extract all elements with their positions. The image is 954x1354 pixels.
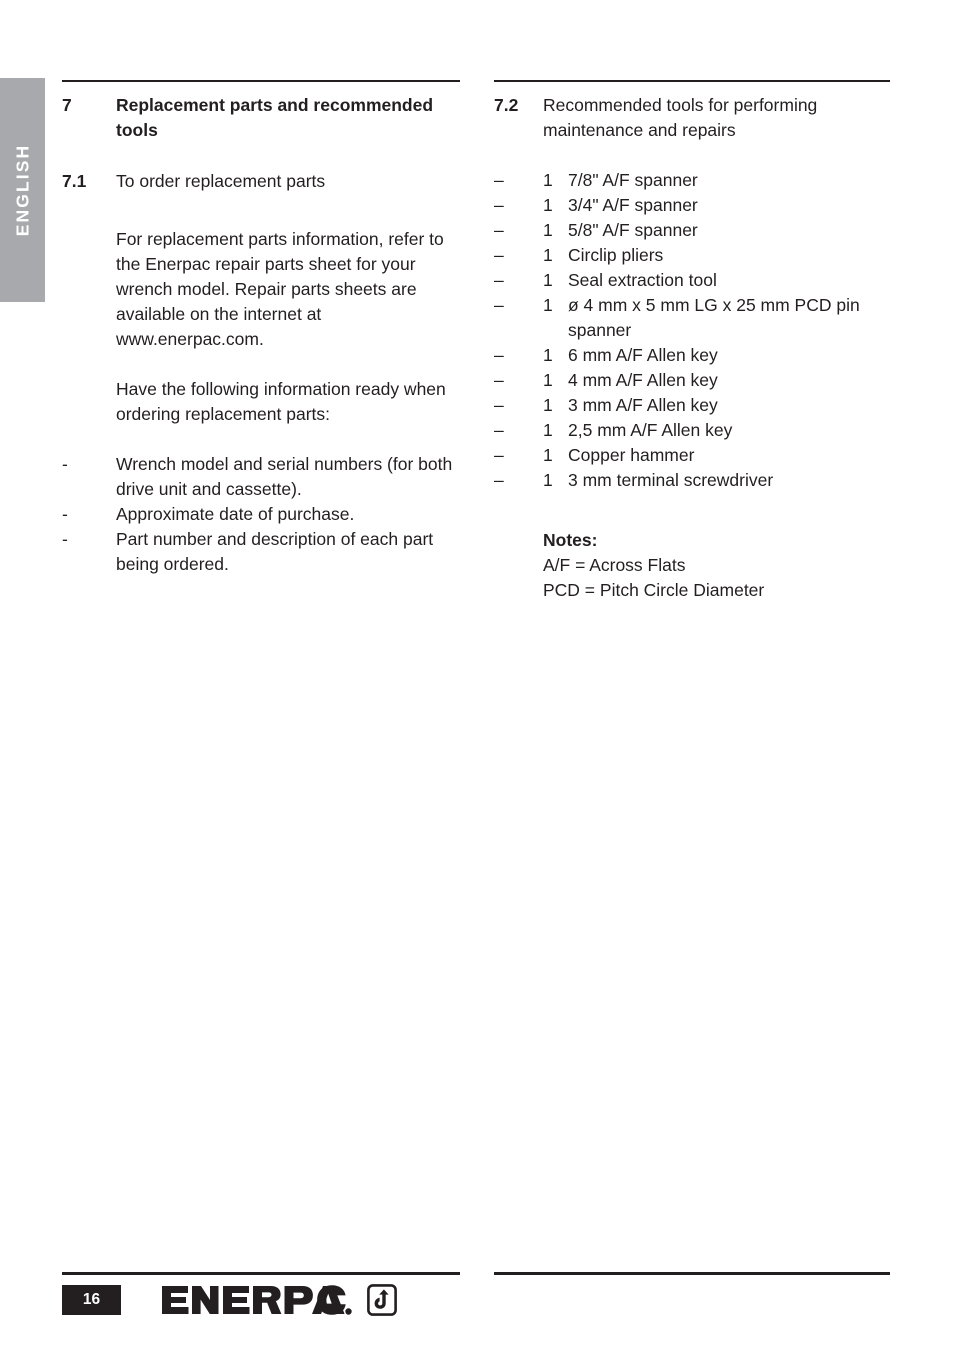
section-heading-7: 7 Replacement parts and recommended tool… xyxy=(62,93,460,143)
tool-quantity: 1 xyxy=(543,445,553,465)
column-rule-right-top xyxy=(494,80,890,82)
tool-name: 3 mm A/F Allen key xyxy=(568,395,718,415)
tool-name: 3/4" A/F spanner xyxy=(568,195,698,215)
dash-marker: – xyxy=(494,170,504,190)
dash-marker: – xyxy=(494,195,504,215)
recommended-tools-list: – 1 7/8" A/F spanner – 1 3/4" A/F spanne… xyxy=(494,168,894,493)
tool-row: – 1 3 mm terminal screwdriver xyxy=(494,468,894,493)
list-item-text: Wrench model and serial numbers (for bot… xyxy=(116,454,453,499)
ordering-requirements-list: - Wrench model and serial numbers (for b… xyxy=(62,452,460,577)
paragraph-ordering-info: Have the following information ready whe… xyxy=(116,379,446,424)
list-item: - Approximate date of purchase. xyxy=(62,502,460,527)
tool-row: – 1 5/8" A/F spanner xyxy=(494,218,894,243)
tool-row: – 1 2,5 mm A/F Allen key xyxy=(494,418,894,443)
dash-marker: – xyxy=(494,245,504,265)
enerpac-wordmark xyxy=(162,1285,352,1315)
tool-name: 3 mm terminal screwdriver xyxy=(568,470,774,490)
list-item-text: Part number and description of each part… xyxy=(116,529,434,574)
dash-marker: – xyxy=(494,220,504,240)
section-heading-7-1: 7.1 To order replacement parts xyxy=(62,169,460,194)
tool-name: 4 mm A/F Allen key xyxy=(568,370,718,390)
tool-quantity: 1 xyxy=(543,470,553,490)
tool-name: ø 4 mm x 5 mm LG x 25 mm PCD pin spanner xyxy=(568,295,860,340)
dash-marker: – xyxy=(494,470,504,490)
dash-marker: - xyxy=(62,504,68,524)
dash-marker: – xyxy=(494,270,504,290)
section-title-7-1: To order replacement parts xyxy=(116,171,326,191)
section-number-7-1: 7.1 xyxy=(62,171,87,191)
dash-marker: – xyxy=(494,370,504,390)
language-tab-label: ENGLISH xyxy=(12,143,32,237)
list-item: - Part number and description of each pa… xyxy=(62,527,460,577)
tool-quantity: 1 xyxy=(543,245,553,265)
tool-name: 7/8" A/F spanner xyxy=(568,170,698,190)
dash-marker: – xyxy=(494,345,504,365)
dash-marker: – xyxy=(494,445,504,465)
tool-name: 6 mm A/F Allen key xyxy=(568,345,718,365)
tool-row: – 1 4 mm A/F Allen key xyxy=(494,368,894,393)
notes-title: Notes: xyxy=(543,530,598,550)
list-item: - Wrench model and serial numbers (for b… xyxy=(62,452,460,502)
tool-quantity: 1 xyxy=(543,420,553,440)
section-heading-7-2: 7.2 Recommended tools for performing mai… xyxy=(494,93,894,143)
notes-line: A/F = Across Flats xyxy=(543,555,686,575)
registered-mark-icon xyxy=(345,1308,352,1315)
tool-quantity: 1 xyxy=(543,270,553,290)
tool-row: – 1 7/8" A/F spanner xyxy=(494,168,894,193)
dash-marker: - xyxy=(62,454,68,474)
tool-quantity: 1 xyxy=(543,170,553,190)
dash-marker: - xyxy=(62,529,68,549)
list-item-text: Approximate date of purchase. xyxy=(116,504,355,524)
tool-quantity: 1 xyxy=(543,370,553,390)
tool-row: – 1 Circlip pliers xyxy=(494,243,894,268)
tool-name: 5/8" A/F spanner xyxy=(568,220,698,240)
tool-quantity: 1 xyxy=(543,295,553,315)
language-tab: ENGLISH xyxy=(0,78,45,302)
tool-row: – 1 ø 4 mm x 5 mm LG x 25 mm PCD pin spa… xyxy=(494,293,894,343)
tool-row: – 1 3 mm A/F Allen key xyxy=(494,393,894,418)
notes-block: Notes: A/F = Across Flats PCD = Pitch Ci… xyxy=(543,528,893,603)
section-title-7-2: Recommended tools for performing mainten… xyxy=(543,95,818,140)
tool-quantity: 1 xyxy=(543,220,553,240)
tool-name: Circlip pliers xyxy=(568,245,664,265)
dash-marker: – xyxy=(494,395,504,415)
tool-quantity: 1 xyxy=(543,345,553,365)
page-number-badge: 16 xyxy=(62,1285,121,1315)
enerpac-logo xyxy=(160,1281,397,1319)
paragraph-replacement-parts-info: For replacement parts information, refer… xyxy=(116,229,444,349)
document-page: ENGLISH 7 Replacement parts and recommen… xyxy=(0,0,954,1354)
section-number-7-2: 7.2 xyxy=(494,95,519,115)
tool-name: Seal extraction tool xyxy=(568,270,717,290)
tool-quantity: 1 xyxy=(543,195,553,215)
column-rule-left-top xyxy=(62,80,460,82)
tool-name: Copper hammer xyxy=(568,445,695,465)
dash-marker: – xyxy=(494,295,504,315)
tool-row: – 1 Seal extraction tool xyxy=(494,268,894,293)
section-number-7: 7 xyxy=(62,95,72,115)
section-title-7: Replacement parts and recommended tools xyxy=(116,95,434,140)
notes-line: PCD = Pitch Circle Diameter xyxy=(543,580,765,600)
footer-rule-left xyxy=(62,1272,460,1275)
dash-marker: – xyxy=(494,420,504,440)
footer-rule-right xyxy=(494,1272,890,1275)
tool-row: – 1 3/4" A/F spanner xyxy=(494,193,894,218)
tool-quantity: 1 xyxy=(543,395,553,415)
enerpac-emblem-icon xyxy=(367,1284,397,1316)
tool-row: – 1 6 mm A/F Allen key xyxy=(494,343,894,368)
tool-name: 2,5 mm A/F Allen key xyxy=(568,420,733,440)
tool-row: – 1 Copper hammer xyxy=(494,443,894,468)
